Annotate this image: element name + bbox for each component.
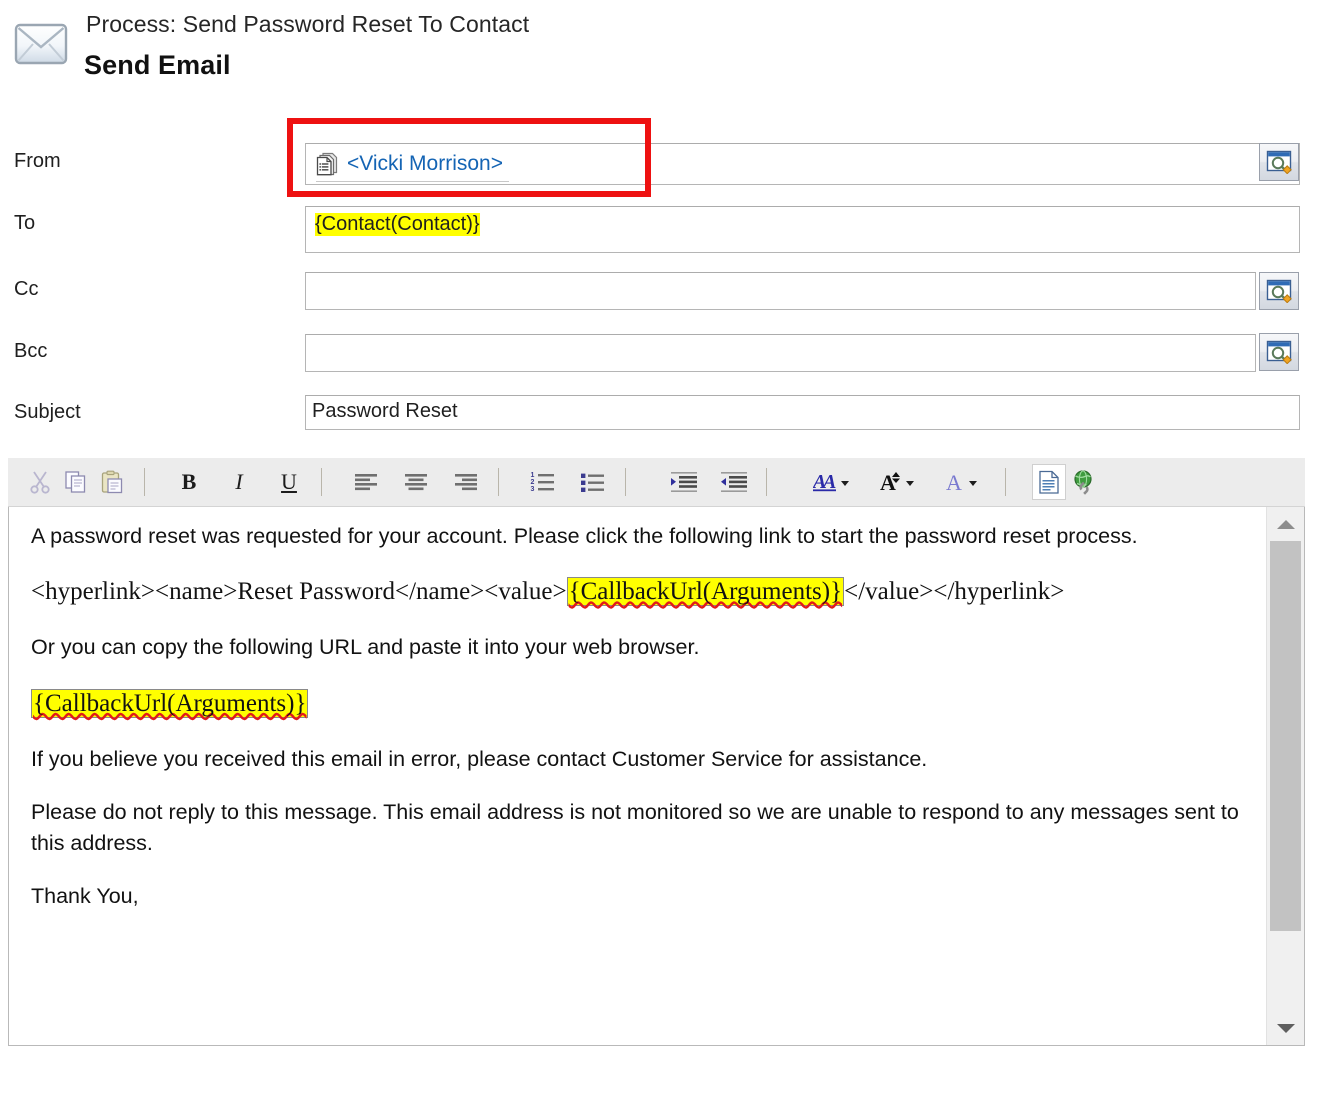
align-center-icon	[405, 474, 427, 491]
from-recipient-chip[interactable]: <Vicki Morrison>	[316, 147, 510, 182]
svg-text:2: 2	[531, 479, 535, 486]
scroll-up-button[interactable]	[1267, 507, 1304, 541]
callback-url-token-1: {CallbackUrl(Arguments)}	[566, 577, 845, 607]
italic-button[interactable]: I	[221, 464, 257, 500]
body-paragraph-1: A password reset was requested for your …	[31, 524, 1138, 548]
email-body-editor[interactable]: A password reset was requested for your …	[8, 507, 1305, 1046]
scroll-down-button[interactable]	[1267, 1011, 1304, 1045]
body-paragraph-7: Thank You,	[31, 884, 139, 909]
bulleted-list-icon	[581, 473, 604, 492]
cc-lookup-button[interactable]	[1259, 272, 1299, 310]
cc-label: Cc	[14, 278, 39, 300]
align-right-button[interactable]	[448, 464, 484, 500]
body-paragraph-5: If you believe you received this email i…	[31, 746, 928, 771]
svg-text:A: A	[946, 470, 962, 495]
body-paragraph-3: Or you can copy the following URL and pa…	[31, 635, 700, 660]
hyperlink-markup-suffix: </value></hyperlink>	[844, 578, 1065, 606]
scrollbar-thumb[interactable]	[1270, 541, 1301, 931]
subject-value-text: Password Reset	[312, 400, 458, 422]
toolbar-separator-5	[766, 468, 767, 496]
insert-hyperlink-button[interactable]	[1066, 464, 1102, 500]
copy-button[interactable]	[58, 464, 94, 500]
page-title: Send Email	[84, 50, 231, 80]
copy-icon	[65, 471, 86, 493]
hyperlink-markup-prefix: <hyperlink><name>Reset Password</name><v…	[31, 578, 567, 606]
numbered-list-icon: 123	[531, 472, 554, 493]
from-lookup-button[interactable]	[1259, 143, 1299, 181]
cut-icon	[30, 471, 50, 494]
source-view-button[interactable]	[1032, 464, 1066, 500]
svg-text:A: A	[880, 470, 896, 495]
decrease-indent-icon	[721, 472, 747, 492]
lookup-search-icon	[1266, 150, 1292, 174]
align-left-icon	[355, 474, 377, 491]
lookup-search-icon	[1266, 340, 1292, 364]
to-value-text: {Contact(Contact)}	[315, 213, 480, 236]
svg-text:3: 3	[531, 486, 535, 493]
paste-icon	[101, 470, 123, 494]
body-paragraph-hyperlink: <hyperlink><name>Reset Password</name><v…	[31, 574, 1249, 610]
insert-hyperlink-icon	[1074, 470, 1092, 495]
bcc-label: Bcc	[14, 340, 48, 362]
font-size-button[interactable]: A	[873, 464, 925, 500]
font-color-button[interactable]: A	[939, 464, 991, 500]
cc-field[interactable]	[305, 272, 1256, 310]
underline-icon: U	[281, 469, 297, 494]
source-view-icon	[1039, 470, 1059, 494]
bold-button[interactable]: B	[171, 464, 207, 500]
toolbar-separator-4	[625, 468, 626, 496]
scroll-down-icon	[1276, 1023, 1295, 1033]
toolbar-separator-2	[321, 468, 322, 496]
to-label: To	[14, 212, 36, 234]
record-stack-icon	[316, 152, 338, 176]
bold-icon: B	[181, 469, 197, 494]
cut-button[interactable]	[22, 464, 58, 500]
underline-button[interactable]: U	[271, 464, 307, 500]
numbered-list-button[interactable]: 123	[525, 464, 561, 500]
font-name-button[interactable]: A A	[807, 464, 859, 500]
subject-label: Subject	[14, 401, 81, 423]
envelope-icon	[10, 20, 72, 68]
bulleted-list-button[interactable]	[575, 464, 611, 500]
body-scrollbar[interactable]	[1266, 507, 1304, 1045]
bcc-lookup-button[interactable]	[1259, 333, 1299, 371]
toolbar-separator-3	[498, 468, 499, 496]
rich-text-toolbar: B I U 1 2 3 A A A A	[8, 458, 1305, 507]
from-label: From	[14, 150, 61, 172]
svg-text:1: 1	[531, 472, 535, 479]
scroll-up-icon	[1276, 519, 1295, 529]
increase-indent-button[interactable]	[666, 464, 702, 500]
page-header: Process: Send Password Reset To Contact …	[0, 0, 1326, 100]
align-center-button[interactable]	[398, 464, 434, 500]
body-paragraph-6: Please do not reply to this message. Thi…	[31, 800, 1239, 856]
from-value-text: <Vicki Morrison>	[347, 152, 504, 175]
font-color-icon: A	[946, 470, 977, 495]
process-subtitle: Process: Send Password Reset To Contact	[86, 11, 530, 37]
bcc-field[interactable]	[305, 334, 1256, 372]
email-body-content[interactable]: A password reset was requested for your …	[9, 507, 1267, 1045]
paste-button[interactable]	[94, 464, 130, 500]
align-right-icon	[455, 474, 477, 491]
font-name-icon: A A	[813, 471, 849, 493]
body-paragraph-url: {CallbackUrl(Arguments)}	[31, 686, 1249, 722]
increase-indent-icon	[671, 472, 697, 492]
lookup-search-icon	[1266, 279, 1292, 303]
align-left-button[interactable]	[348, 464, 384, 500]
toolbar-separator-6	[1005, 468, 1006, 496]
callback-url-token-2: {CallbackUrl(Arguments)}	[31, 688, 309, 718]
font-size-icon: A	[880, 470, 914, 495]
decrease-indent-button[interactable]	[716, 464, 752, 500]
toolbar-separator-1	[144, 468, 145, 496]
italic-icon: I	[235, 469, 243, 494]
